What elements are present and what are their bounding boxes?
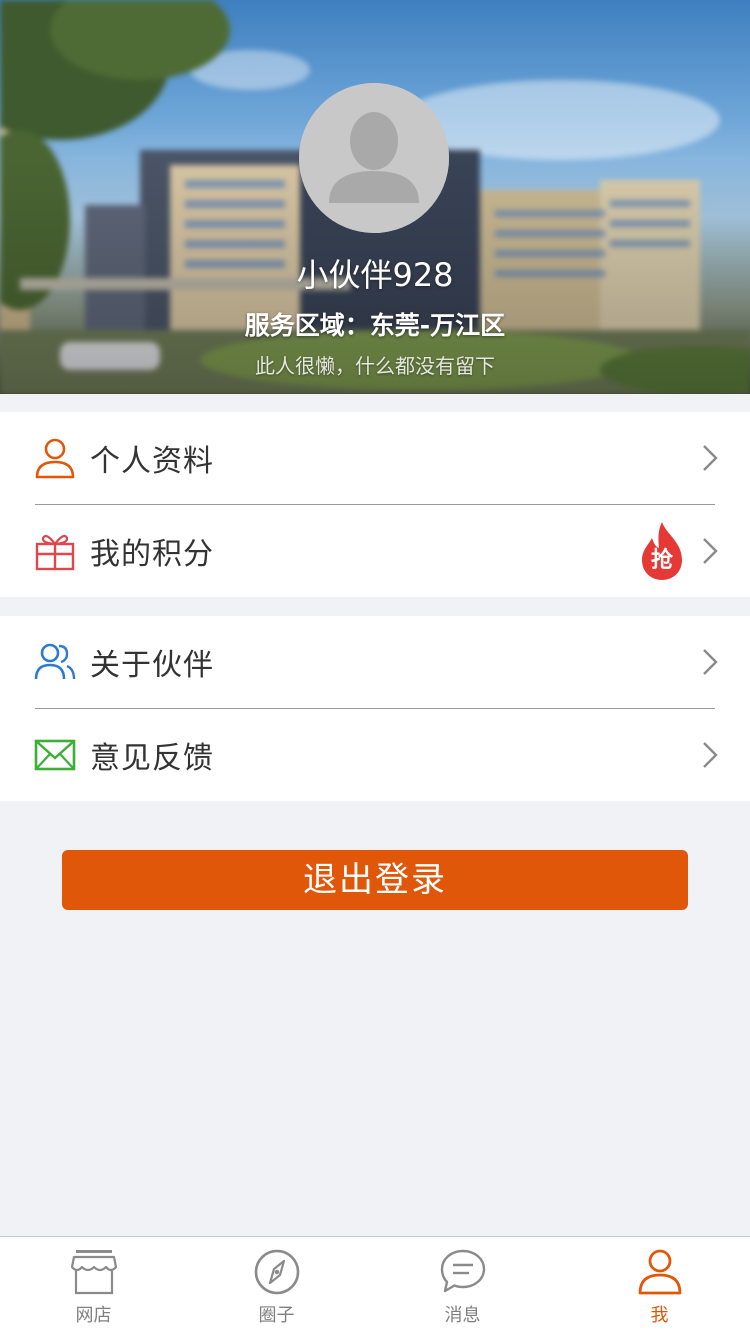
- menu-item-feedback[interactable]: 意见反馈: [0, 708, 750, 801]
- tab-store[interactable]: 网店: [0, 1237, 187, 1334]
- profile-header-banner: 小伙伴928 服务区域：东莞-万江区 此人很懒，什么都没有留下: [0, 0, 750, 394]
- tab-circle[interactable]: 圈子: [183, 1237, 370, 1334]
- menu-item-about[interactable]: 关于伙伴: [0, 616, 750, 709]
- default-avatar-icon: [299, 83, 449, 233]
- tab-label: 我: [650, 1305, 669, 1326]
- user-icon: [635, 1247, 685, 1297]
- service-area-text: 服务区域：东莞-万江区: [244, 311, 506, 340]
- username: 小伙伴928: [296, 256, 454, 294]
- bio-text: 此人很懒，什么都没有留下: [255, 354, 495, 378]
- gift-icon: [34, 530, 76, 572]
- menu-group-about: 关于伙伴 意见反馈: [0, 616, 750, 801]
- menu-item-points[interactable]: 我的积分 抢: [0, 504, 750, 597]
- store-icon: [69, 1247, 119, 1297]
- tab-label: 圈子: [258, 1305, 295, 1326]
- users-icon: [34, 641, 76, 683]
- menu-group-account: 个人资料 我的积分 抢: [0, 412, 750, 597]
- chevron-right-icon: [700, 536, 720, 566]
- logout-button[interactable]: 退出登录: [62, 850, 688, 910]
- chevron-right-icon: [700, 740, 720, 770]
- compass-icon: [252, 1247, 302, 1297]
- user-icon: [34, 437, 76, 479]
- chevron-right-icon: [700, 647, 720, 677]
- flame-badge-icon: 抢: [636, 520, 688, 582]
- menu-item-label: 我的积分: [90, 536, 214, 572]
- chevron-right-icon: [700, 443, 720, 473]
- profile-page: 小伙伴928 服务区域：东莞-万江区 此人很懒，什么都没有留下 个人资料 我的积…: [0, 0, 750, 1334]
- tab-messages[interactable]: 消息: [369, 1237, 556, 1334]
- tab-me[interactable]: 我: [566, 1237, 750, 1334]
- bottom-tab-bar: 网店 圈子 消息 我: [0, 1236, 750, 1334]
- menu-item-label: 意见反馈: [90, 740, 214, 776]
- avatar[interactable]: [299, 83, 449, 233]
- mail-icon: [34, 734, 76, 776]
- badge-text: 抢: [650, 547, 673, 573]
- tab-label: 消息: [444, 1305, 481, 1326]
- chat-icon: [438, 1247, 488, 1297]
- tab-label: 网店: [75, 1305, 112, 1326]
- menu-item-profile[interactable]: 个人资料: [0, 412, 750, 505]
- menu-item-label: 关于伙伴: [90, 648, 214, 683]
- menu-item-label: 个人资料: [90, 444, 214, 479]
